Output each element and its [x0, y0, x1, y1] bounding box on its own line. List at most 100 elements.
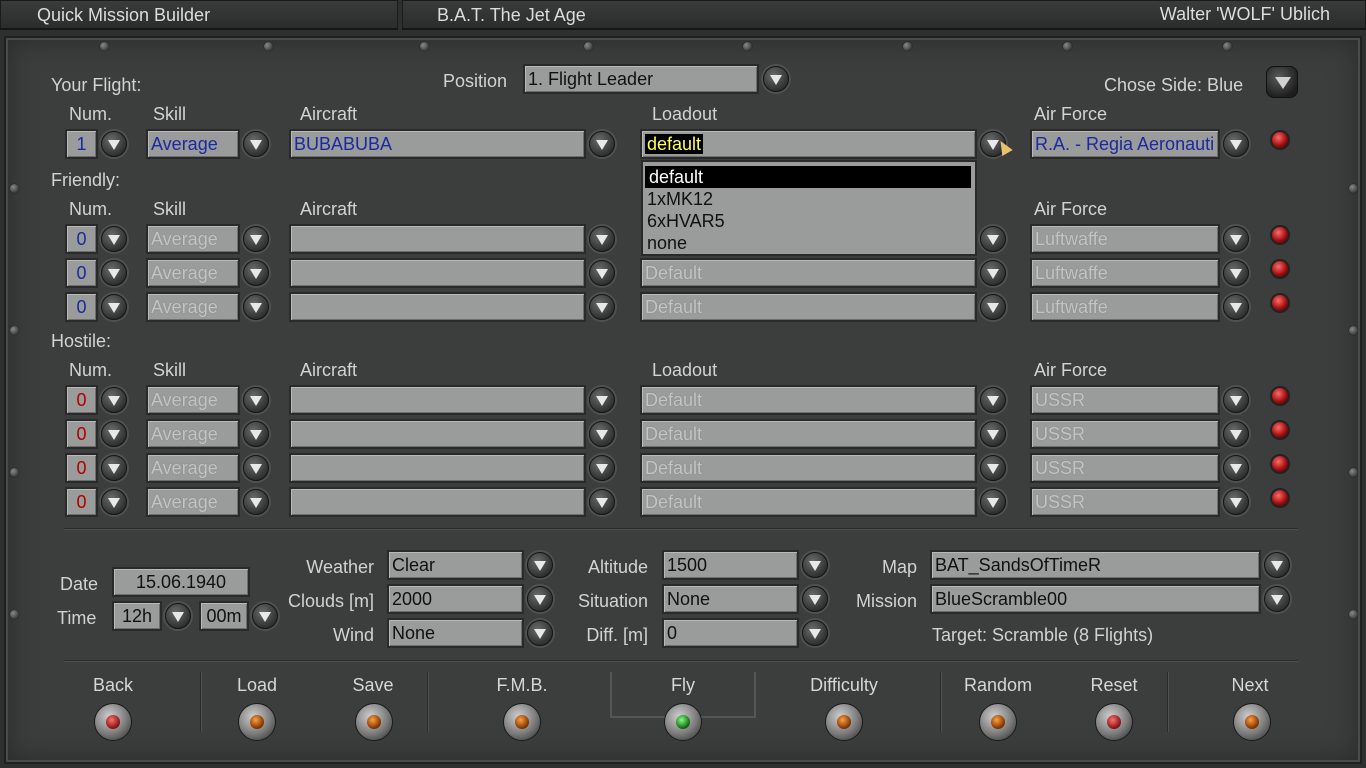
friendly-air-force-dropdown-icon[interactable] — [1223, 260, 1249, 286]
hostile-loadout-field[interactable]: Default — [640, 487, 977, 517]
friendly-skill-dropdown-icon[interactable] — [243, 260, 269, 286]
hostile-aircraft-dropdown-icon[interactable] — [589, 387, 615, 413]
hostile-num-field[interactable]: 0 — [65, 487, 98, 517]
friendly-aircraft-dropdown-icon[interactable] — [589, 294, 615, 320]
friendly-status-led[interactable] — [1270, 259, 1290, 279]
hostile-skill-dropdown-icon[interactable] — [243, 421, 269, 447]
wind-dropdown-icon[interactable] — [527, 620, 553, 646]
player-loadout-field[interactable]: default — [640, 129, 977, 159]
hostile-loadout-dropdown-icon[interactable] — [980, 489, 1006, 515]
friendly-status-led[interactable] — [1270, 225, 1290, 245]
friendly-skill-field[interactable]: Average — [146, 292, 240, 322]
friendly-air-force-field[interactable]: Luftwaffe — [1030, 258, 1220, 288]
hostile-skill-dropdown-icon[interactable] — [243, 455, 269, 481]
side-dropdown-icon[interactable] — [1266, 66, 1298, 98]
player-skill-dropdown-icon[interactable] — [243, 131, 269, 157]
time-hour-dropdown-icon[interactable] — [165, 603, 191, 629]
fly-button[interactable] — [664, 703, 702, 741]
situation-dropdown-icon[interactable] — [802, 586, 828, 612]
hostile-air-force-field[interactable]: USSR — [1030, 419, 1220, 449]
weather-field[interactable]: Clear — [387, 550, 524, 580]
hostile-aircraft-field[interactable] — [289, 453, 586, 483]
player-aircraft-dropdown-icon[interactable] — [589, 131, 615, 157]
friendly-air-force-dropdown-icon[interactable] — [1223, 294, 1249, 320]
hostile-num-dropdown-icon[interactable] — [101, 421, 127, 447]
friendly-skill-field[interactable]: Average — [146, 258, 240, 288]
player-num-field[interactable]: 1 — [65, 129, 98, 159]
altitude-field[interactable]: 1500 — [662, 550, 799, 580]
random-button[interactable] — [979, 703, 1017, 741]
friendly-air-force-field[interactable]: Luftwaffe — [1030, 292, 1220, 322]
date-field[interactable]: 15.06.1940 — [112, 567, 250, 597]
player-air-force-dropdown-icon[interactable] — [1223, 131, 1249, 157]
hostile-num-dropdown-icon[interactable] — [101, 387, 127, 413]
hostile-aircraft-dropdown-icon[interactable] — [589, 489, 615, 515]
diff-dropdown-icon[interactable] — [802, 620, 828, 646]
loadout-option[interactable]: none — [643, 232, 975, 254]
friendly-skill-field[interactable]: Average — [146, 224, 240, 254]
friendly-num-field[interactable]: 0 — [65, 292, 98, 322]
friendly-aircraft-dropdown-icon[interactable] — [589, 260, 615, 286]
loadout-option[interactable]: default — [645, 166, 971, 188]
player-num-dropdown-icon[interactable] — [101, 131, 127, 157]
hostile-status-led[interactable] — [1270, 488, 1290, 508]
friendly-num-field[interactable]: 0 — [65, 224, 98, 254]
difficulty-button[interactable] — [825, 703, 863, 741]
friendly-num-field[interactable]: 0 — [65, 258, 98, 288]
friendly-aircraft-field[interactable] — [289, 258, 586, 288]
friendly-loadout-dropdown-icon[interactable] — [980, 226, 1006, 252]
hostile-air-force-dropdown-icon[interactable] — [1223, 421, 1249, 447]
hostile-aircraft-field[interactable] — [289, 419, 586, 449]
time-min-field[interactable]: 00m — [199, 601, 249, 631]
load-button[interactable] — [238, 703, 276, 741]
diff-field[interactable]: 0 — [662, 618, 799, 648]
hostile-air-force-field[interactable]: USSR — [1030, 487, 1220, 517]
friendly-loadout-dropdown-icon[interactable] — [980, 260, 1006, 286]
loadout-dropdown-list[interactable]: default 1xMK12 6xHVAR5 none — [641, 160, 977, 256]
position-field[interactable]: 1. Flight Leader — [523, 64, 759, 94]
hostile-status-led[interactable] — [1270, 454, 1290, 474]
clouds-field[interactable]: 2000 — [387, 584, 524, 614]
hostile-air-force-field[interactable]: USSR — [1030, 385, 1220, 415]
hostile-loadout-dropdown-icon[interactable] — [980, 421, 1006, 447]
fmb-button[interactable] — [503, 703, 541, 741]
friendly-num-dropdown-icon[interactable] — [101, 226, 127, 252]
hostile-aircraft-dropdown-icon[interactable] — [589, 421, 615, 447]
hostile-num-field[interactable]: 0 — [65, 419, 98, 449]
hostile-air-force-dropdown-icon[interactable] — [1223, 489, 1249, 515]
hostile-status-led[interactable] — [1270, 386, 1290, 406]
hostile-num-field[interactable]: 0 — [65, 453, 98, 483]
hostile-num-dropdown-icon[interactable] — [101, 489, 127, 515]
friendly-skill-dropdown-icon[interactable] — [243, 226, 269, 252]
hostile-air-force-dropdown-icon[interactable] — [1223, 387, 1249, 413]
hostile-aircraft-field[interactable] — [289, 487, 586, 517]
map-field[interactable]: BAT_SandsOfTimeR — [930, 550, 1261, 580]
wind-field[interactable]: None — [387, 618, 524, 648]
friendly-num-dropdown-icon[interactable] — [101, 260, 127, 286]
friendly-status-led[interactable] — [1270, 293, 1290, 313]
friendly-loadout-field[interactable]: Default — [640, 258, 977, 288]
hostile-skill-field[interactable]: Average — [146, 453, 240, 483]
hostile-aircraft-dropdown-icon[interactable] — [589, 455, 615, 481]
player-skill-field[interactable]: Average — [146, 129, 240, 159]
hostile-loadout-field[interactable]: Default — [640, 453, 977, 483]
hostile-skill-dropdown-icon[interactable] — [243, 387, 269, 413]
hostile-loadout-field[interactable]: Default — [640, 419, 977, 449]
hostile-air-force-field[interactable]: USSR — [1030, 453, 1220, 483]
hostile-air-force-dropdown-icon[interactable] — [1223, 455, 1249, 481]
player-air-force-field[interactable]: R.A. - Regia Aeronauti — [1030, 129, 1220, 159]
hostile-loadout-dropdown-icon[interactable] — [980, 387, 1006, 413]
hostile-skill-field[interactable]: Average — [146, 487, 240, 517]
hostile-num-field[interactable]: 0 — [65, 385, 98, 415]
friendly-skill-dropdown-icon[interactable] — [243, 294, 269, 320]
time-hour-field[interactable]: 12h — [112, 601, 162, 631]
friendly-air-force-field[interactable]: Luftwaffe — [1030, 224, 1220, 254]
hostile-skill-dropdown-icon[interactable] — [243, 489, 269, 515]
hostile-skill-field[interactable]: Average — [146, 385, 240, 415]
hostile-num-dropdown-icon[interactable] — [101, 455, 127, 481]
friendly-air-force-dropdown-icon[interactable] — [1223, 226, 1249, 252]
friendly-num-dropdown-icon[interactable] — [101, 294, 127, 320]
loadout-option[interactable]: 6xHVAR5 — [643, 210, 975, 232]
mission-dropdown-icon[interactable] — [1264, 586, 1290, 612]
position-dropdown-icon[interactable] — [763, 66, 789, 92]
